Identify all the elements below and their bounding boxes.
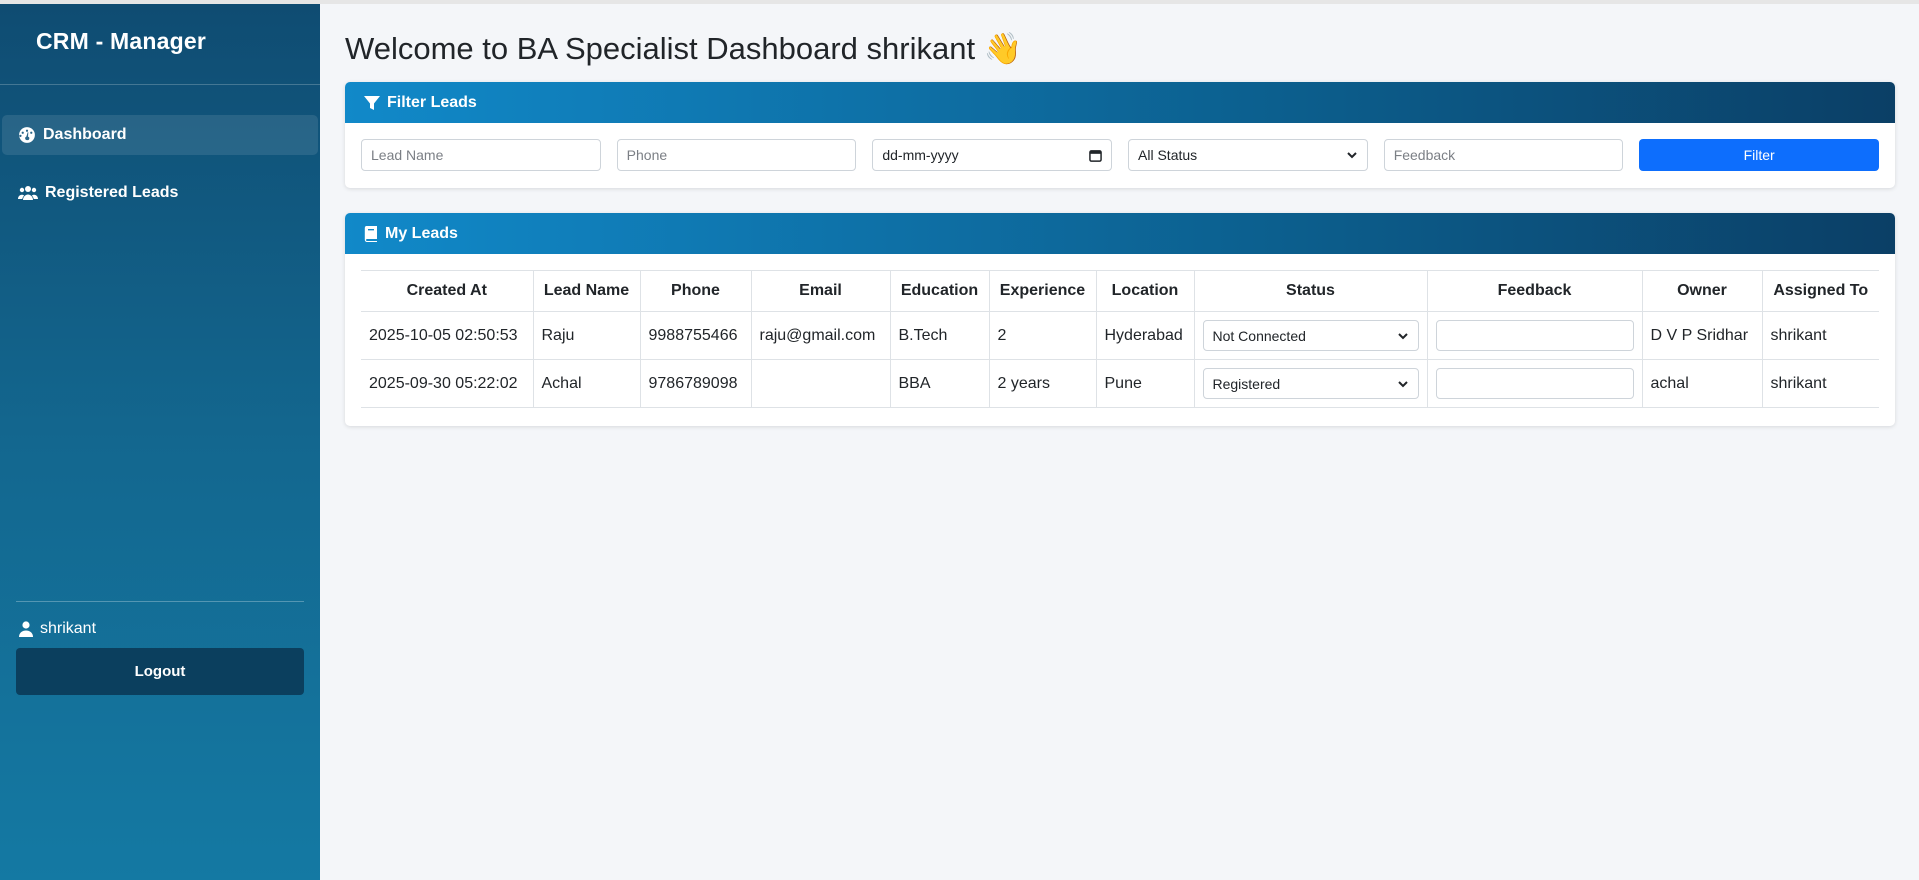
status-select[interactable]: Registered	[1202, 368, 1419, 399]
status-select-value: Registered	[1212, 375, 1281, 392]
table-header-row: Created At Lead Name Phone Email Educati…	[361, 270, 1879, 312]
gauge-icon	[19, 127, 35, 143]
cell-education: B.Tech	[889, 311, 990, 360]
cell-created-at: 2025-10-05 02:50:53	[361, 311, 534, 360]
sidebar: CRM - Manager Dashboard Registered Leads…	[0, 4, 320, 880]
cell-location: Pune	[1095, 359, 1195, 408]
feedback-input[interactable]	[1435, 368, 1634, 399]
logout-button[interactable]: Logout	[16, 648, 304, 695]
filter-leads-card: Filter Leads Lead Name Phone dd-mm-yyyy …	[345, 82, 1895, 188]
filter-leads-header: Filter Leads	[345, 82, 1895, 123]
filter-controls: Lead Name Phone dd-mm-yyyy All Status Fe…	[345, 123, 1895, 171]
column-header: Location	[1095, 270, 1195, 312]
cell-phone: 9786789098	[639, 359, 752, 408]
column-header: Assigned To	[1761, 270, 1879, 312]
status-filter-value: All Status	[1138, 147, 1198, 163]
cell-assigned-to: shrikant	[1761, 311, 1879, 360]
cell-created-at: 2025-09-30 05:22:02	[361, 359, 534, 408]
feedback-filter-input[interactable]: Feedback	[1383, 139, 1624, 171]
cell-location: Hyderabad	[1095, 311, 1195, 360]
status-select-value: Not Connected	[1212, 327, 1306, 344]
cell-experience: 2 years	[988, 359, 1097, 408]
user-icon	[19, 621, 33, 637]
page-title: Welcome to BA Specialist Dashboard shrik…	[345, 31, 1023, 66]
sidebar-footer: shrikant Logout	[16, 601, 304, 695]
sidebar-nav: Dashboard Registered Leads	[0, 85, 320, 213]
cell-education: BBA	[889, 359, 990, 408]
chevron-down-icon	[1397, 380, 1408, 387]
cell-owner: D V P Sridhar	[1641, 311, 1763, 360]
book-icon	[364, 225, 377, 242]
chevron-down-icon	[1346, 152, 1357, 159]
main-content: Welcome to BA Specialist Dashboard shrik…	[345, 4, 1895, 426]
lead-name-input[interactable]: Lead Name	[361, 139, 601, 171]
my-leads-header: My Leads	[345, 213, 1895, 254]
column-header: Phone	[639, 270, 752, 312]
brand-title: CRM - Manager	[0, 4, 320, 85]
column-header: Email	[750, 270, 891, 312]
cell-email	[750, 359, 891, 408]
table-row: 2025-10-05 02:50:53 Raju 9988755466 raju…	[361, 311, 1879, 360]
column-header: Created At	[361, 270, 534, 312]
cell-phone: 9988755466	[639, 311, 752, 360]
cell-feedback	[1426, 359, 1643, 408]
filter-button[interactable]: Filter	[1639, 139, 1879, 171]
lead-name-placeholder: Lead Name	[371, 147, 444, 163]
chevron-down-icon	[1397, 332, 1408, 339]
cell-lead-name: Raju	[532, 311, 641, 360]
sidebar-item-label: Dashboard	[43, 126, 127, 143]
users-icon	[18, 186, 38, 200]
column-header: Experience	[988, 270, 1097, 312]
column-header: Feedback	[1426, 270, 1643, 312]
column-header: Owner	[1641, 270, 1763, 312]
cell-assigned-to: shrikant	[1761, 359, 1879, 408]
my-leads-card: My Leads Created At Lead Name Phone Emai…	[345, 213, 1895, 426]
status-select[interactable]: Not Connected	[1202, 320, 1419, 351]
column-header: Status	[1193, 270, 1428, 312]
phone-placeholder: Phone	[626, 147, 668, 163]
sidebar-item-dashboard[interactable]: Dashboard	[2, 115, 318, 155]
feedback-input[interactable]	[1435, 320, 1634, 351]
cell-lead-name: Achal	[532, 359, 641, 408]
cell-status: Not Connected	[1193, 311, 1428, 360]
table-row: 2025-09-30 05:22:02 Achal 9786789098 BBA…	[361, 359, 1879, 408]
leads-table-wrapper: Created At Lead Name Phone Email Educati…	[345, 254, 1895, 424]
column-header: Lead Name	[532, 270, 641, 312]
sidebar-item-label: Registered Leads	[45, 184, 179, 201]
status-filter-select[interactable]: All Status	[1128, 139, 1368, 171]
leads-table: Created At Lead Name Phone Email Educati…	[361, 270, 1879, 408]
cell-status: Registered	[1193, 359, 1428, 408]
cell-owner: achal	[1641, 359, 1763, 408]
phone-input[interactable]: Phone	[616, 139, 857, 171]
feedback-placeholder: Feedback	[1393, 147, 1456, 163]
cell-email: raju@gmail.com	[750, 311, 891, 360]
date-placeholder: dd-mm-yyyy	[882, 147, 959, 163]
filter-leads-title: Filter Leads	[387, 93, 477, 111]
date-input[interactable]: dd-mm-yyyy	[872, 139, 1113, 171]
current-user: shrikant	[16, 620, 304, 638]
sidebar-item-registered-leads[interactable]: Registered Leads	[2, 173, 318, 213]
cell-feedback	[1426, 311, 1643, 360]
cell-experience: 2	[988, 311, 1097, 360]
my-leads-title: My Leads	[385, 224, 458, 242]
column-header: Education	[889, 270, 990, 312]
calendar-icon[interactable]	[1089, 149, 1102, 162]
current-user-name: shrikant	[40, 620, 97, 637]
filter-icon	[364, 95, 380, 110]
